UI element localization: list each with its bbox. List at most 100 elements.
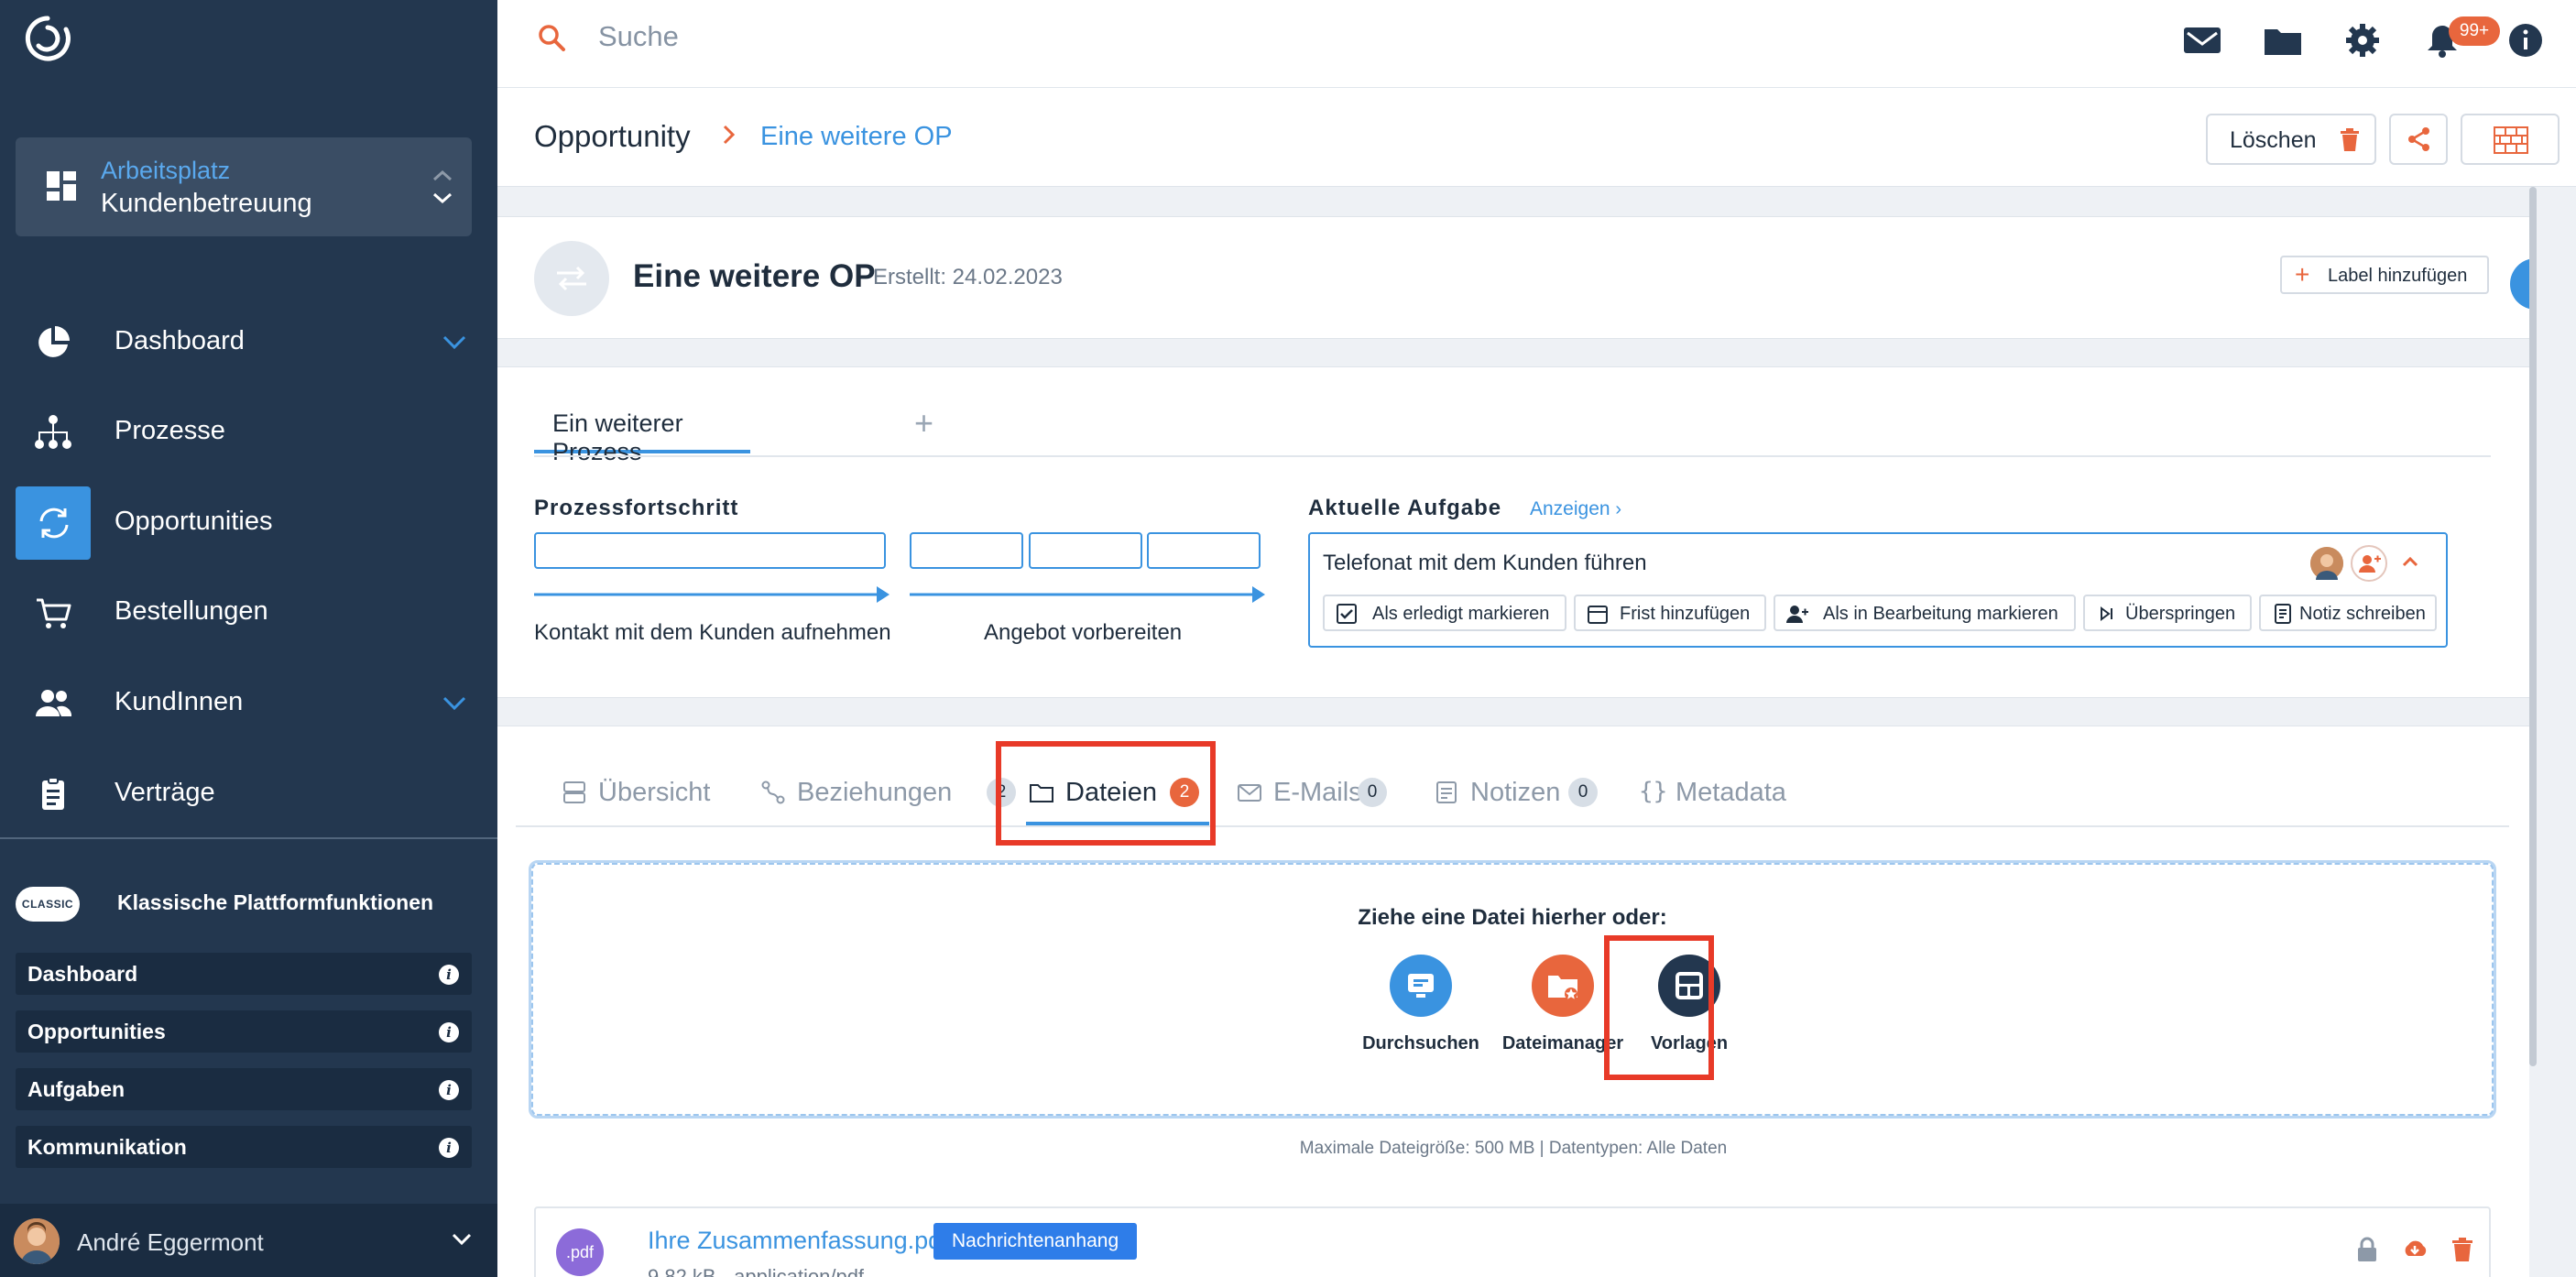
monitor-icon (1408, 974, 1434, 998)
calendar-icon (1588, 606, 1608, 624)
app-logo-icon[interactable] (22, 13, 73, 64)
folder-icon[interactable] (2263, 22, 2303, 59)
progress-step-2c[interactable] (1147, 532, 1261, 569)
add-user-icon (2359, 555, 2381, 573)
progress-step-2b[interactable] (1029, 532, 1142, 569)
mark-in-progress-button[interactable]: Als in Bearbeitung markieren (1774, 595, 2076, 631)
progress-title: Prozessfortschritt (534, 496, 739, 520)
user-menu[interactable]: André Eggermont (0, 1204, 497, 1277)
progress-step-1[interactable] (534, 532, 886, 569)
mark-done-button[interactable]: Als erledigt markieren (1323, 595, 1566, 631)
chevron-up-icon[interactable] (2400, 554, 2420, 569)
write-note-button[interactable]: Notiz schreiben (2259, 595, 2437, 631)
sidebar-item-label: Verträge (115, 778, 215, 807)
assign-user-button[interactable] (2351, 545, 2387, 582)
file-name-link[interactable]: Ihre Zusammenfassung.pdf (648, 1227, 949, 1255)
layout-button[interactable] (2461, 114, 2560, 165)
current-task-title: Aktuelle Aufgabe (1308, 496, 1502, 520)
users-icon (36, 690, 72, 716)
gear-icon[interactable] (2342, 22, 2383, 59)
download-cloud-icon[interactable] (2401, 1236, 2429, 1263)
search-icon (539, 25, 565, 51)
tab-emails[interactable]: E-Mails 0 (1237, 759, 1402, 825)
skip-button[interactable]: Überspringen (2083, 595, 2252, 631)
classic-item-kommunikation[interactable]: Kommunikation i (16, 1126, 472, 1168)
scrollbar-thumb[interactable] (2529, 187, 2537, 1066)
tab-process[interactable]: Ein weiterer Prozess (534, 395, 750, 465)
classic-item-dashboard[interactable]: Dashboard i (16, 953, 472, 995)
info-icon[interactable]: i (439, 1022, 459, 1042)
workspace-subtitle: Kundenbetreuung (101, 189, 312, 218)
tab-beziehungen[interactable]: Beziehungen 2 (760, 759, 1026, 825)
current-task-box: Telefonat mit dem Kunden führen Als erle… (1308, 532, 2448, 648)
sidebar-item-bestellungen[interactable]: Bestellungen (0, 576, 497, 649)
breadcrumb-root[interactable]: Opportunity (534, 119, 691, 154)
dashboard-grid-icon (47, 171, 76, 201)
share-button[interactable] (2389, 114, 2448, 165)
share-icon (2408, 127, 2429, 151)
file-dropzone[interactable]: Ziehe eine Datei hierher oder: Durchsuch… (529, 860, 2496, 1119)
chevron-right-icon: › (1615, 499, 1622, 519)
add-label-button[interactable]: + Label hinzufügen (2280, 256, 2489, 294)
avatar (14, 1218, 60, 1264)
sidebar-item-dashboard[interactable]: Dashboard (0, 306, 497, 379)
brick-wall-icon (2494, 126, 2528, 154)
browse-button[interactable]: Durchsuchen (1352, 955, 1490, 1064)
task-title: Telefonat mit dem Kunden führen (1323, 551, 1647, 575)
sidebar-item-kundinnen[interactable]: KundInnen (0, 667, 497, 740)
add-process-button[interactable]: + (914, 404, 933, 442)
sidebar-item-label: KundInnen (115, 687, 244, 716)
info-icon[interactable]: i (439, 1138, 459, 1158)
progress-step-2a[interactable] (910, 532, 1023, 569)
delete-button-label: Löschen (2230, 127, 2317, 153)
progress-step-label: Kontakt mit dem Kunden aufnehmen (534, 620, 891, 645)
info-icon[interactable] (2505, 22, 2546, 59)
workspace-switcher[interactable]: Arbeitsplatz Kundenbetreuung (16, 137, 472, 236)
hierarchy-icon (35, 415, 71, 449)
add-user-icon (1786, 606, 1808, 623)
sidebar: Arbeitsplatz Kundenbetreuung Dashboard P… (0, 0, 497, 1277)
add-deadline-label: Frist hinzufügen (1620, 604, 1751, 624)
mark-in-progress-label: Als in Bearbeitung markieren (1823, 604, 2058, 624)
lock-icon[interactable] (2353, 1236, 2381, 1263)
add-deadline-button[interactable]: Frist hinzufügen (1574, 595, 1766, 631)
sidebar-item-label: Opportunities (115, 507, 273, 536)
sync-icon (39, 508, 69, 539)
highlight-box (1604, 935, 1714, 1080)
search-input[interactable] (598, 16, 1331, 57)
trash-icon[interactable] (2449, 1236, 2476, 1263)
file-row[interactable]: .pdf Ihre Zusammenfassung.pdf Nachrichte… (534, 1206, 2491, 1277)
breadcrumb-current[interactable]: Eine weitere OP (760, 122, 953, 152)
add-label-label: Label hinzufügen (2328, 266, 2468, 286)
chevron-down-icon (452, 1233, 472, 1246)
swap-icon (557, 266, 586, 291)
upload-constraints: Maximale Dateigröße: 500 MB | Datentypen… (1299, 1139, 1728, 1158)
classic-item-label: Kommunikation (27, 1135, 187, 1159)
delete-button[interactable]: Löschen (2206, 114, 2376, 165)
info-icon[interactable]: i (439, 1080, 459, 1100)
arrow-right-icon (910, 586, 1265, 603)
chevron-updown-icon (433, 169, 452, 204)
sidebar-item-label: Bestellungen (115, 596, 268, 626)
show-task-label: Anzeigen (1530, 498, 1610, 519)
sidebar-item-vertraege[interactable]: Verträge (0, 758, 497, 831)
workspace-title: Arbeitsplatz (101, 157, 231, 184)
process-tab-label: Ein weiterer Prozess (552, 409, 683, 465)
classic-item-aufgaben[interactable]: Aufgaben i (16, 1068, 472, 1110)
show-task-link[interactable]: Anzeigen › (1530, 498, 1621, 520)
note-icon (1436, 781, 1457, 803)
scrollbar[interactable] (2529, 187, 2576, 1277)
mail-icon[interactable] (2182, 22, 2222, 59)
chevron-right-icon (723, 125, 736, 145)
tab-count-badge: 0 (1568, 778, 1598, 807)
sidebar-item-opportunities[interactable]: Opportunities (0, 486, 497, 560)
classic-badge: CLASSIC (16, 887, 80, 922)
tab-uebersicht[interactable]: Übersicht (562, 759, 726, 825)
info-icon[interactable]: i (439, 965, 459, 985)
classic-item-label: Aufgaben (27, 1077, 126, 1101)
tab-notizen[interactable]: Notizen 0 (1434, 759, 1599, 825)
sidebar-item-prozesse[interactable]: Prozesse (0, 396, 497, 469)
tab-metadata[interactable]: {} Metadata (1639, 759, 1804, 825)
classic-item-opportunities[interactable]: Opportunities i (16, 1010, 472, 1053)
mark-done-label: Als erledigt markieren (1372, 604, 1550, 624)
